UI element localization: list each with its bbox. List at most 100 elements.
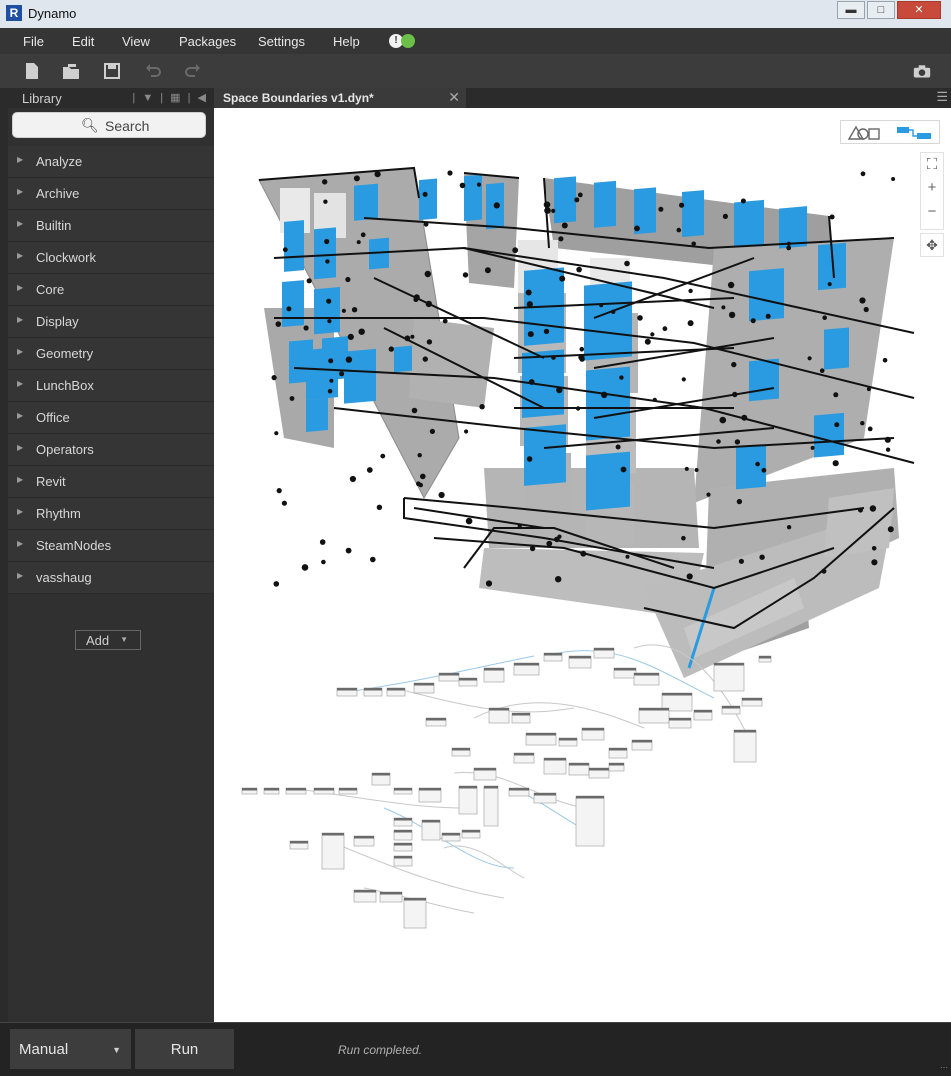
maximize-button[interactable]: □ [867, 1, 895, 19]
graph-node[interactable] [483, 785, 499, 827]
graph-node[interactable] [741, 697, 763, 707]
graph-node[interactable] [393, 842, 413, 852]
run-button[interactable]: Run [135, 1029, 234, 1069]
new-file-icon[interactable] [23, 62, 41, 80]
undo-icon[interactable] [144, 62, 162, 80]
graph-node[interactable] [473, 767, 497, 781]
library-category-office[interactable]: ▶ Office [8, 402, 214, 434]
library-category-analyze[interactable]: ▶ Analyze [8, 146, 214, 178]
graph-node[interactable] [533, 792, 557, 804]
library-category-operators[interactable]: ▶ Operators [8, 434, 214, 466]
graph-node[interactable] [693, 709, 713, 721]
graph-node[interactable] [733, 729, 757, 763]
geometry-view-icon[interactable] [847, 125, 883, 141]
graph-node[interactable] [353, 889, 377, 903]
graph-node[interactable] [441, 832, 461, 842]
graph-node[interactable] [568, 762, 590, 776]
graph-node[interactable] [558, 737, 578, 747]
graph-node[interactable] [393, 829, 413, 841]
library-view-controls[interactable]: | ▼ | ▦ | ◀ [132, 91, 208, 104]
run-mode-select[interactable]: Manual ▼ [10, 1029, 131, 1069]
graph-node[interactable] [421, 819, 441, 841]
graph-node[interactable] [593, 647, 615, 659]
graph-node[interactable] [581, 727, 605, 741]
pan-icon[interactable]: ✥ [920, 233, 944, 257]
graph-node[interactable] [458, 677, 478, 687]
graph-node[interactable] [425, 717, 447, 727]
menu-settings[interactable]: Settings [258, 34, 305, 49]
camera-icon[interactable] [913, 62, 931, 80]
library-category-clockwork[interactable]: ▶ Clockwork [8, 242, 214, 274]
graph-node[interactable] [393, 855, 413, 867]
graph-node[interactable] [513, 752, 535, 764]
library-category-geometry[interactable]: ▶ Geometry [8, 338, 214, 370]
graph-node[interactable] [321, 832, 345, 870]
zoom-in-icon[interactable]: + [921, 179, 943, 196]
graph-node[interactable] [511, 712, 531, 724]
graph-node[interactable] [336, 687, 358, 697]
graph-node[interactable] [575, 795, 605, 847]
graph-node[interactable] [721, 705, 741, 715]
library-search-input[interactable]: 🔍︎ Search [12, 112, 206, 138]
graph-node[interactable] [418, 787, 442, 803]
tab-menu-icon[interactable]: ☰ [936, 89, 948, 105]
graph-node[interactable] [483, 667, 505, 683]
graph-node[interactable] [513, 662, 540, 676]
graph-node[interactable] [338, 787, 358, 795]
graph-node[interactable] [568, 655, 592, 669]
library-category-vasshaug[interactable]: ▶ vasshaug [8, 562, 214, 594]
graph-node[interactable] [461, 829, 481, 839]
graph-node[interactable] [758, 655, 772, 663]
graph-node[interactable] [608, 762, 625, 772]
graph-node[interactable] [543, 652, 563, 662]
menu-file[interactable]: File [23, 34, 44, 49]
graph-node[interactable] [458, 785, 478, 815]
graph-node[interactable] [438, 672, 460, 682]
resize-grip-icon[interactable]: ⋯ [940, 1063, 948, 1072]
zoom-to-fit-icon[interactable]: ⛶ [921, 156, 943, 173]
workspace-canvas[interactable]: ⛶ + − ✥ [214, 108, 951, 1022]
graph-node[interactable] [285, 787, 307, 795]
graph-node[interactable] [668, 717, 692, 729]
library-category-display[interactable]: ▶ Display [8, 306, 214, 338]
graph-node[interactable] [613, 667, 637, 679]
notification-indicator[interactable]: ! [389, 34, 415, 48]
tab-space-boundaries[interactable]: Space Boundaries v1.dyn* ✕ [214, 88, 466, 108]
library-category-steamnodes[interactable]: ▶ SteamNodes [8, 530, 214, 562]
graph-node[interactable] [631, 739, 653, 751]
close-button[interactable]: ✕ [897, 1, 941, 19]
graph-node[interactable] [633, 672, 660, 686]
graph-node[interactable] [525, 732, 557, 746]
graph-node[interactable] [403, 897, 427, 929]
graph-node[interactable] [379, 891, 403, 903]
library-category-rhythm[interactable]: ▶ Rhythm [8, 498, 214, 530]
view-mode-toggle[interactable] [840, 120, 940, 144]
close-tab-icon[interactable]: ✕ [448, 89, 460, 106]
graph-node[interactable] [488, 707, 510, 724]
graph-node[interactable] [713, 662, 745, 692]
graph-node[interactable] [313, 787, 335, 795]
graph-node[interactable] [588, 767, 610, 779]
graph-node[interactable] [371, 772, 391, 786]
graph-node[interactable] [241, 787, 258, 795]
menu-edit[interactable]: Edit [72, 34, 94, 49]
graph-node[interactable] [451, 747, 471, 757]
graph-node[interactable] [393, 787, 413, 795]
graph-node[interactable] [543, 757, 567, 775]
open-file-icon[interactable] [62, 62, 80, 80]
graph-node[interactable] [638, 707, 670, 724]
zoom-out-icon[interactable]: − [921, 203, 943, 220]
graph-node[interactable] [608, 747, 628, 759]
graph-node[interactable] [508, 787, 530, 797]
menu-help[interactable]: Help [333, 34, 360, 49]
library-category-core[interactable]: ▶ Core [8, 274, 214, 306]
library-category-lunchbox[interactable]: ▶ LunchBox [8, 370, 214, 402]
library-category-revit[interactable]: ▶ Revit [8, 466, 214, 498]
library-category-archive[interactable]: ▶ Archive [8, 178, 214, 210]
graph-node[interactable] [413, 682, 435, 694]
save-icon[interactable] [103, 62, 121, 80]
graph-node[interactable] [353, 835, 375, 847]
graph-view-icon[interactable] [895, 125, 937, 141]
graph-node[interactable] [263, 787, 280, 795]
menu-view[interactable]: View [122, 34, 150, 49]
